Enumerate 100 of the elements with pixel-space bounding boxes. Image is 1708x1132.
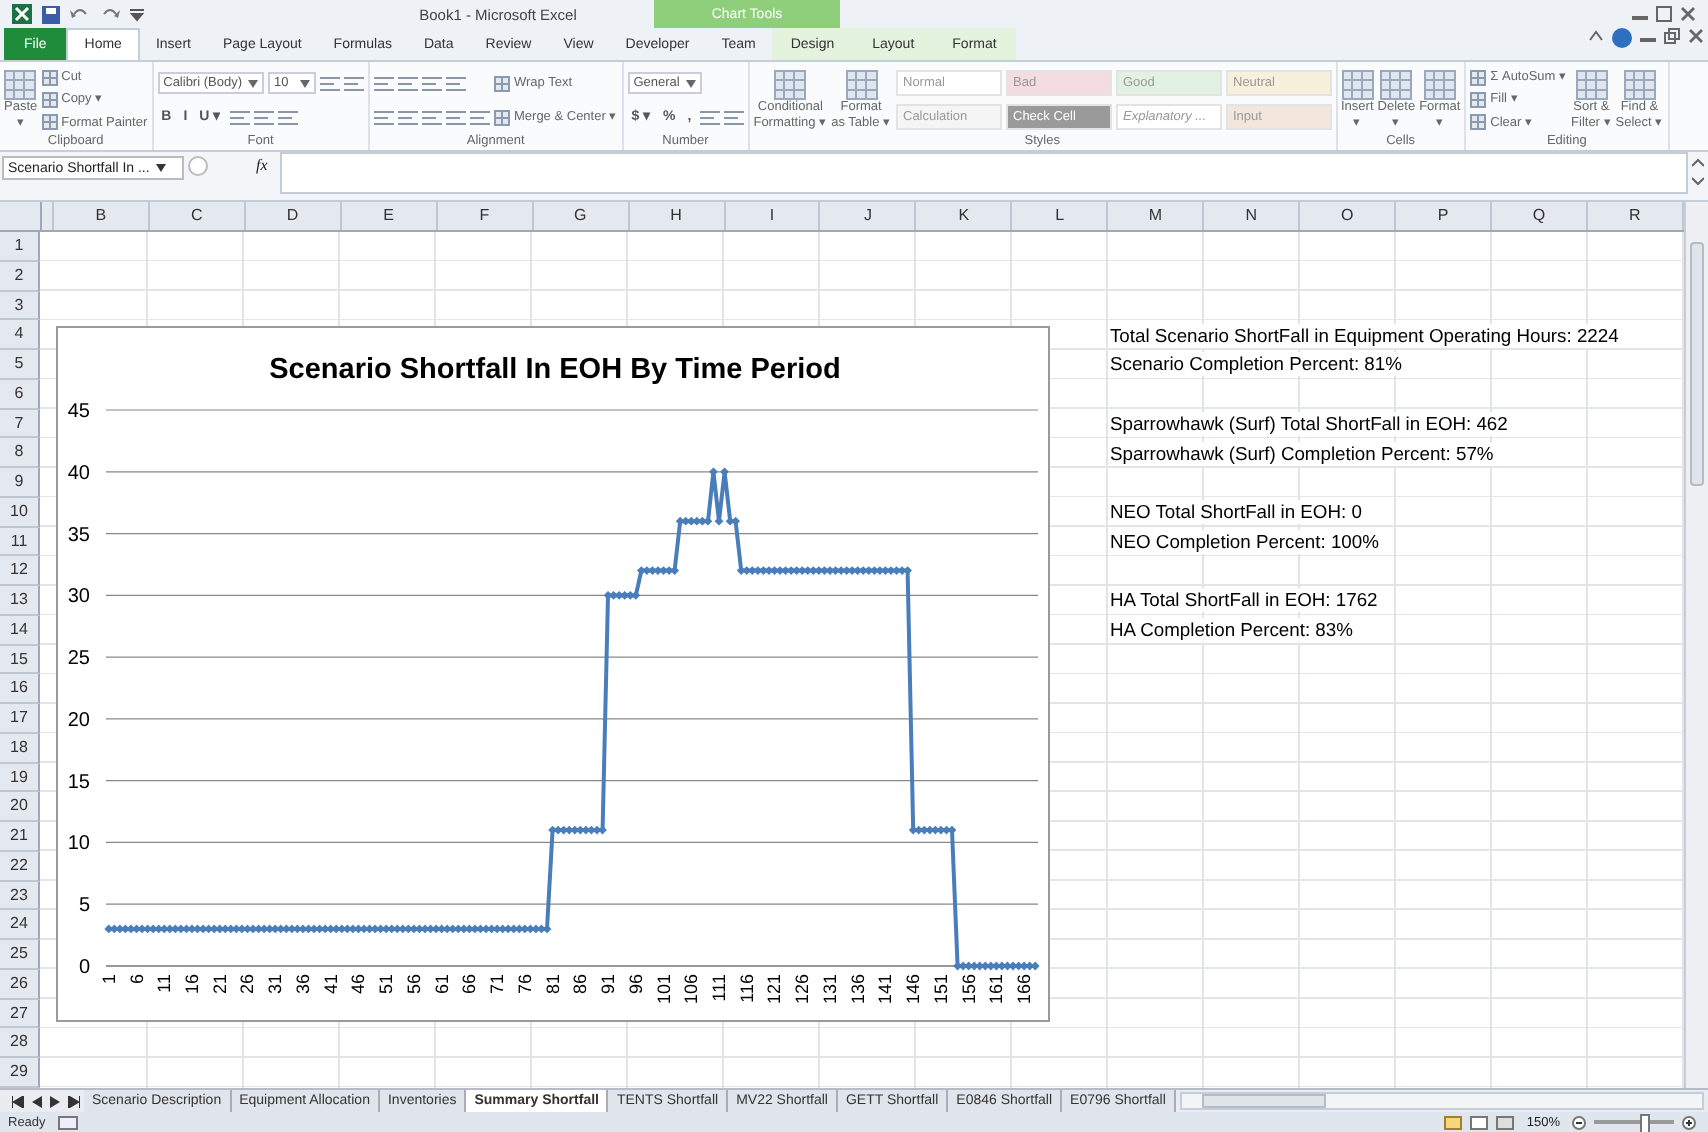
lines-icon[interactable] xyxy=(277,109,298,126)
column-header[interactable]: H xyxy=(629,202,726,230)
column-header[interactable]: L xyxy=(1012,202,1109,230)
column-header[interactable]: D xyxy=(245,202,342,230)
x-axis-label: 71 xyxy=(487,974,508,995)
x-axis-label: 126 xyxy=(792,974,813,1005)
column-header[interactable]: C xyxy=(149,202,246,230)
row-header[interactable]: 26 xyxy=(0,969,40,999)
row-header[interactable]: 18 xyxy=(0,733,40,763)
column-header[interactable]: F xyxy=(437,202,534,230)
row-header[interactable]: 28 xyxy=(0,1028,40,1058)
page-break-view-icon[interactable] xyxy=(1496,1115,1515,1129)
row-header[interactable]: 9 xyxy=(0,468,40,498)
column-header[interactable]: G xyxy=(533,202,630,230)
row-header[interactable]: 5 xyxy=(0,350,40,380)
row-header[interactable]: 4 xyxy=(0,320,40,350)
lines-icon[interactable] xyxy=(699,109,720,126)
column-header[interactable]: E xyxy=(341,202,438,230)
save-icon[interactable] xyxy=(42,5,60,23)
customize-caret-icon[interactable] xyxy=(130,7,144,21)
help-icon[interactable] xyxy=(1612,28,1632,48)
row-header[interactable]: 23 xyxy=(0,881,40,911)
collapse-ribbon-icon[interactable] xyxy=(1588,28,1604,44)
row-header[interactable]: 25 xyxy=(0,940,40,970)
row-header[interactable]: 8 xyxy=(0,438,40,468)
row-header[interactable]: 19 xyxy=(0,763,40,793)
column-header[interactable]: K xyxy=(916,202,1013,230)
row-header[interactable]: 20 xyxy=(0,792,40,822)
lines-icon[interactable] xyxy=(422,75,442,91)
row-header[interactable]: 16 xyxy=(0,674,40,704)
row-header[interactable]: 14 xyxy=(0,615,40,645)
x-axis-label: 86 xyxy=(570,974,591,995)
row-header[interactable]: 3 xyxy=(0,291,40,321)
horizontal-scrollbar[interactable] xyxy=(1179,1092,1704,1110)
lines-icon[interactable] xyxy=(446,75,466,91)
column-header[interactable]: J xyxy=(820,202,917,230)
column-header[interactable]: N xyxy=(1204,202,1301,230)
zoom-slider-thumb[interactable] xyxy=(1639,1114,1650,1132)
x-axis-label: 41 xyxy=(320,974,341,995)
undo-icon[interactable] xyxy=(70,6,90,22)
redo-icon[interactable] xyxy=(100,6,120,22)
lines-icon[interactable] xyxy=(344,75,364,92)
row-header[interactable]: 21 xyxy=(0,822,40,852)
normal-view-icon[interactable] xyxy=(1444,1115,1463,1129)
x-axis-label: 31 xyxy=(265,974,286,995)
caret-icon xyxy=(685,79,696,88)
first-sheet-icon[interactable] xyxy=(12,1095,24,1107)
zoom-in-icon[interactable] xyxy=(1682,1115,1696,1129)
row-header[interactable]: 1 xyxy=(0,232,40,262)
lines-icon[interactable] xyxy=(253,109,274,126)
last-sheet-icon[interactable] xyxy=(68,1095,80,1107)
row-header[interactable]: 6 xyxy=(0,379,40,409)
row-header[interactable]: 7 xyxy=(0,409,40,439)
row-header[interactable]: 27 xyxy=(0,999,40,1029)
row-header[interactable]: 24 xyxy=(0,910,40,940)
row-header[interactable]: 22 xyxy=(0,851,40,881)
lines-icon[interactable] xyxy=(229,109,250,126)
page-layout-view-icon[interactable] xyxy=(1470,1115,1489,1129)
row-header[interactable]: 11 xyxy=(0,527,40,557)
lines-icon[interactable] xyxy=(723,109,744,126)
previous-sheet-icon[interactable] xyxy=(32,1095,42,1107)
macro-record-icon[interactable] xyxy=(57,1115,78,1129)
column-header[interactable]: B xyxy=(53,202,150,230)
grid-icon xyxy=(1423,70,1456,100)
lines-icon[interactable] xyxy=(398,109,418,125)
column-header[interactable]: I xyxy=(725,202,821,230)
x-axis-label: 106 xyxy=(681,974,702,1005)
expand-icon[interactable] xyxy=(1692,156,1704,188)
lines-icon[interactable] xyxy=(374,109,394,125)
cell-text: Sparrowhawk (Surf) Completion Percent: 57% xyxy=(1110,441,1494,466)
column-header[interactable]: Q xyxy=(1492,202,1588,230)
lines-icon[interactable] xyxy=(374,75,394,91)
column-header[interactable]: M xyxy=(1108,202,1205,230)
zoom-out-icon[interactable] xyxy=(1572,1115,1586,1129)
column-header[interactable]: P xyxy=(1396,202,1493,230)
next-sheet-icon[interactable] xyxy=(50,1095,60,1107)
grid-icon xyxy=(1380,70,1413,100)
lines-icon[interactable] xyxy=(422,109,442,125)
row-header[interactable]: 2 xyxy=(0,261,40,291)
row-header[interactable]: 17 xyxy=(0,704,40,734)
formula-field[interactable] xyxy=(279,152,1688,194)
lines-icon[interactable] xyxy=(320,75,340,92)
row-header[interactable]: 29 xyxy=(0,1058,40,1088)
grid-icon xyxy=(41,114,58,131)
row-header[interactable]: 13 xyxy=(0,586,40,616)
line-chart[interactable]: Scenario Shortfall In EOH By Time Period 0 5 10 15 20 25 30 35 40 45 1 6 11 16 21 26 31 36 41 46 51 56 61 66 71 76 81 86 91 96 101 106 111 116 121 126 131 136 141 146 151 156 161 166 xyxy=(56,326,1050,1022)
lines-icon[interactable] xyxy=(446,109,466,125)
lines-icon[interactable] xyxy=(398,75,418,91)
row-header[interactable]: 12 xyxy=(0,556,40,586)
row-header[interactable]: 10 xyxy=(0,497,40,527)
chart-title: Scenario Shortfall In EOH By Time Period xyxy=(269,354,841,386)
close-icon[interactable] xyxy=(1680,6,1696,22)
insert-function-button[interactable]: fx xyxy=(212,156,280,174)
vertical-scrollbar[interactable] xyxy=(1684,202,1708,1088)
close-icon[interactable] xyxy=(1688,28,1704,44)
x-axis-label: 166 xyxy=(1014,974,1035,1005)
row-header[interactable]: 15 xyxy=(0,645,40,675)
lines-icon[interactable] xyxy=(470,109,490,125)
x-axis-label: 151 xyxy=(930,974,951,1005)
column-header[interactable]: O xyxy=(1300,202,1397,230)
